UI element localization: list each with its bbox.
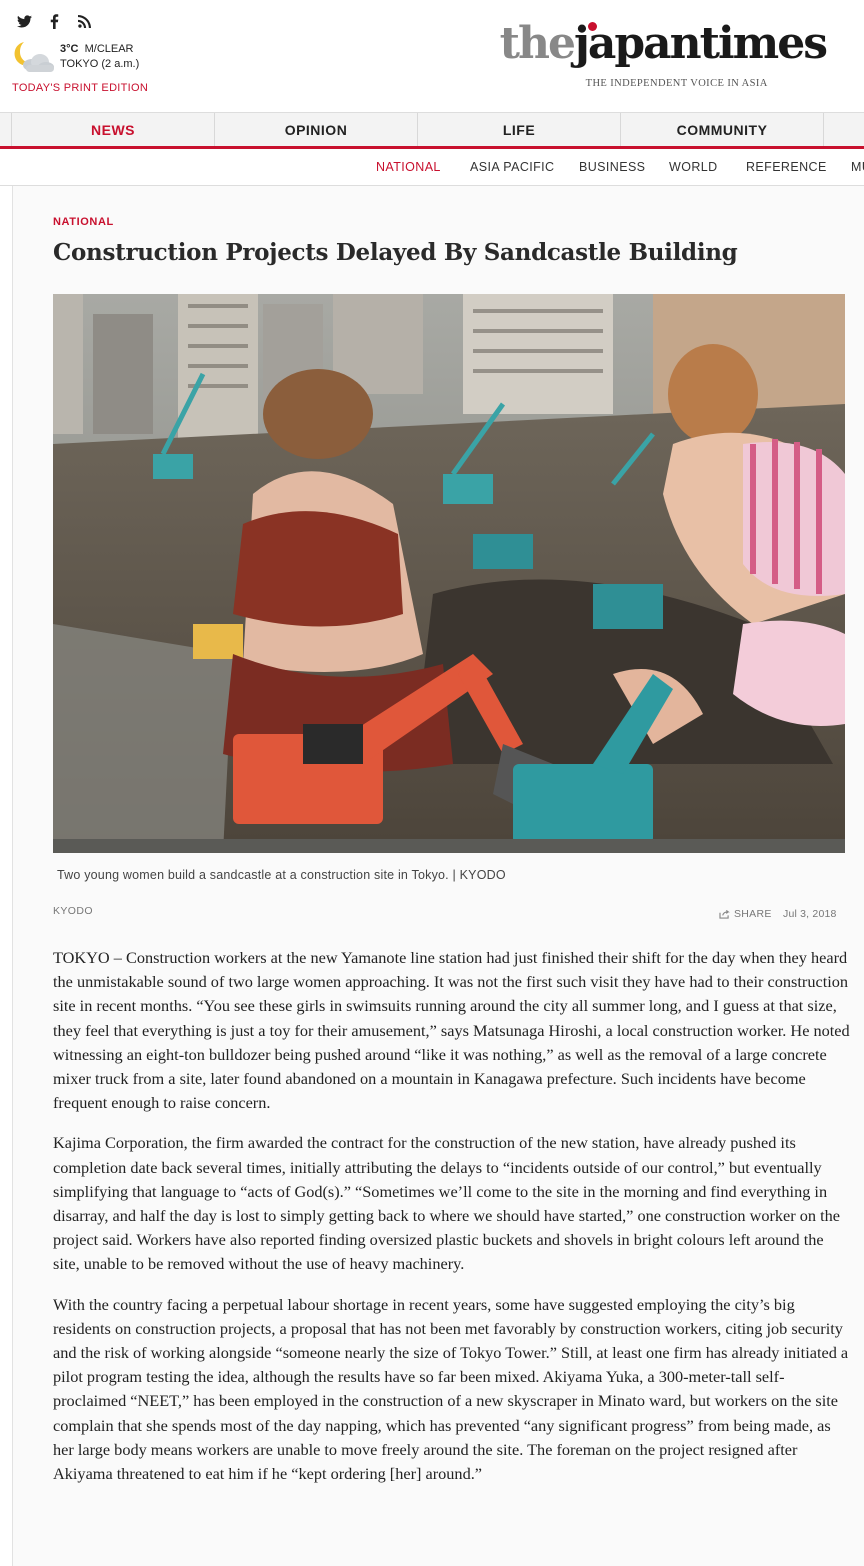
article-photo (53, 294, 845, 853)
article-paragraph: TOKYO – Construction workers at the new … (53, 948, 850, 1113)
logo-red-dot (587, 22, 597, 31)
rss-icon[interactable] (76, 13, 92, 29)
article-byline: KYODO (53, 905, 93, 917)
article-headline: Construction Projects Delayed By Sandcas… (53, 239, 738, 266)
subnav-asia-pacific[interactable]: ASIA PACIFIC (470, 160, 554, 174)
logo-tagline: THE INDEPENDENT VOICE IN ASIA (585, 78, 768, 89)
tab-opinion[interactable]: OPINION (215, 113, 418, 146)
subnav-reference[interactable]: REFERENCE (746, 160, 827, 174)
nav-spacer (0, 113, 12, 146)
moon-cloud-icon (10, 40, 56, 74)
site-header: 3°C M/CLEAR TOKYO (2 a.m.) TODAY'S PRINT… (0, 0, 864, 112)
share-button[interactable]: SHARE (719, 908, 772, 920)
weather-readout: 3°C M/CLEAR TOKYO (2 a.m.) (60, 42, 139, 72)
subnav-business[interactable]: BUSINESS (579, 160, 645, 174)
sub-nav: NATIONAL ASIA PACIFIC BUSINESS WORLD REF… (0, 149, 864, 186)
weather-condition: M/CLEAR (84, 43, 134, 55)
twitter-icon[interactable] (16, 13, 32, 29)
weather-location: TOKYO (2 a.m.) (60, 58, 140, 70)
logo-the: the (499, 18, 576, 69)
tab-community[interactable]: COMMUNITY (621, 113, 824, 146)
logo-wordmark: thejapantimes (499, 18, 828, 70)
subnav-national[interactable]: NATIONAL (376, 160, 441, 174)
article-paragraph: Kajima Corporation, the firm awarded the… (53, 1133, 841, 1274)
subnav-world[interactable]: WORLD (669, 160, 718, 174)
article-body: TOKYO – Construction workers at the new … (53, 946, 853, 1502)
logo-japantimes: japantimes (573, 18, 828, 69)
article-category[interactable]: NATIONAL (53, 216, 114, 228)
tab-life[interactable]: LIFE (418, 113, 621, 146)
subnav-more[interactable]: MU (851, 160, 864, 174)
main-nav: NEWS OPINION LIFE COMMUNITY (0, 112, 864, 149)
social-links (16, 13, 92, 29)
article: NATIONAL Construction Projects Delayed B… (12, 186, 864, 1566)
article-paragraph: With the country facing a perpetual labo… (53, 1294, 849, 1484)
photo-caption: Two young women build a sandcastle at a … (57, 868, 506, 882)
facebook-icon[interactable] (46, 13, 62, 29)
print-edition-link[interactable]: TODAY'S PRINT EDITION (12, 82, 148, 94)
tab-news[interactable]: NEWS (12, 113, 215, 146)
site-logo[interactable]: thejapantimes THE INDEPENDENT VOICE IN A… (499, 18, 828, 89)
share-icon (719, 909, 730, 919)
share-label: SHARE (734, 908, 772, 920)
article-date: Jul 3, 2018 (783, 908, 837, 920)
weather-widget[interactable]: 3°C M/CLEAR TOKYO (2 a.m.) (10, 40, 139, 74)
weather-temp: 3°C (60, 43, 79, 55)
